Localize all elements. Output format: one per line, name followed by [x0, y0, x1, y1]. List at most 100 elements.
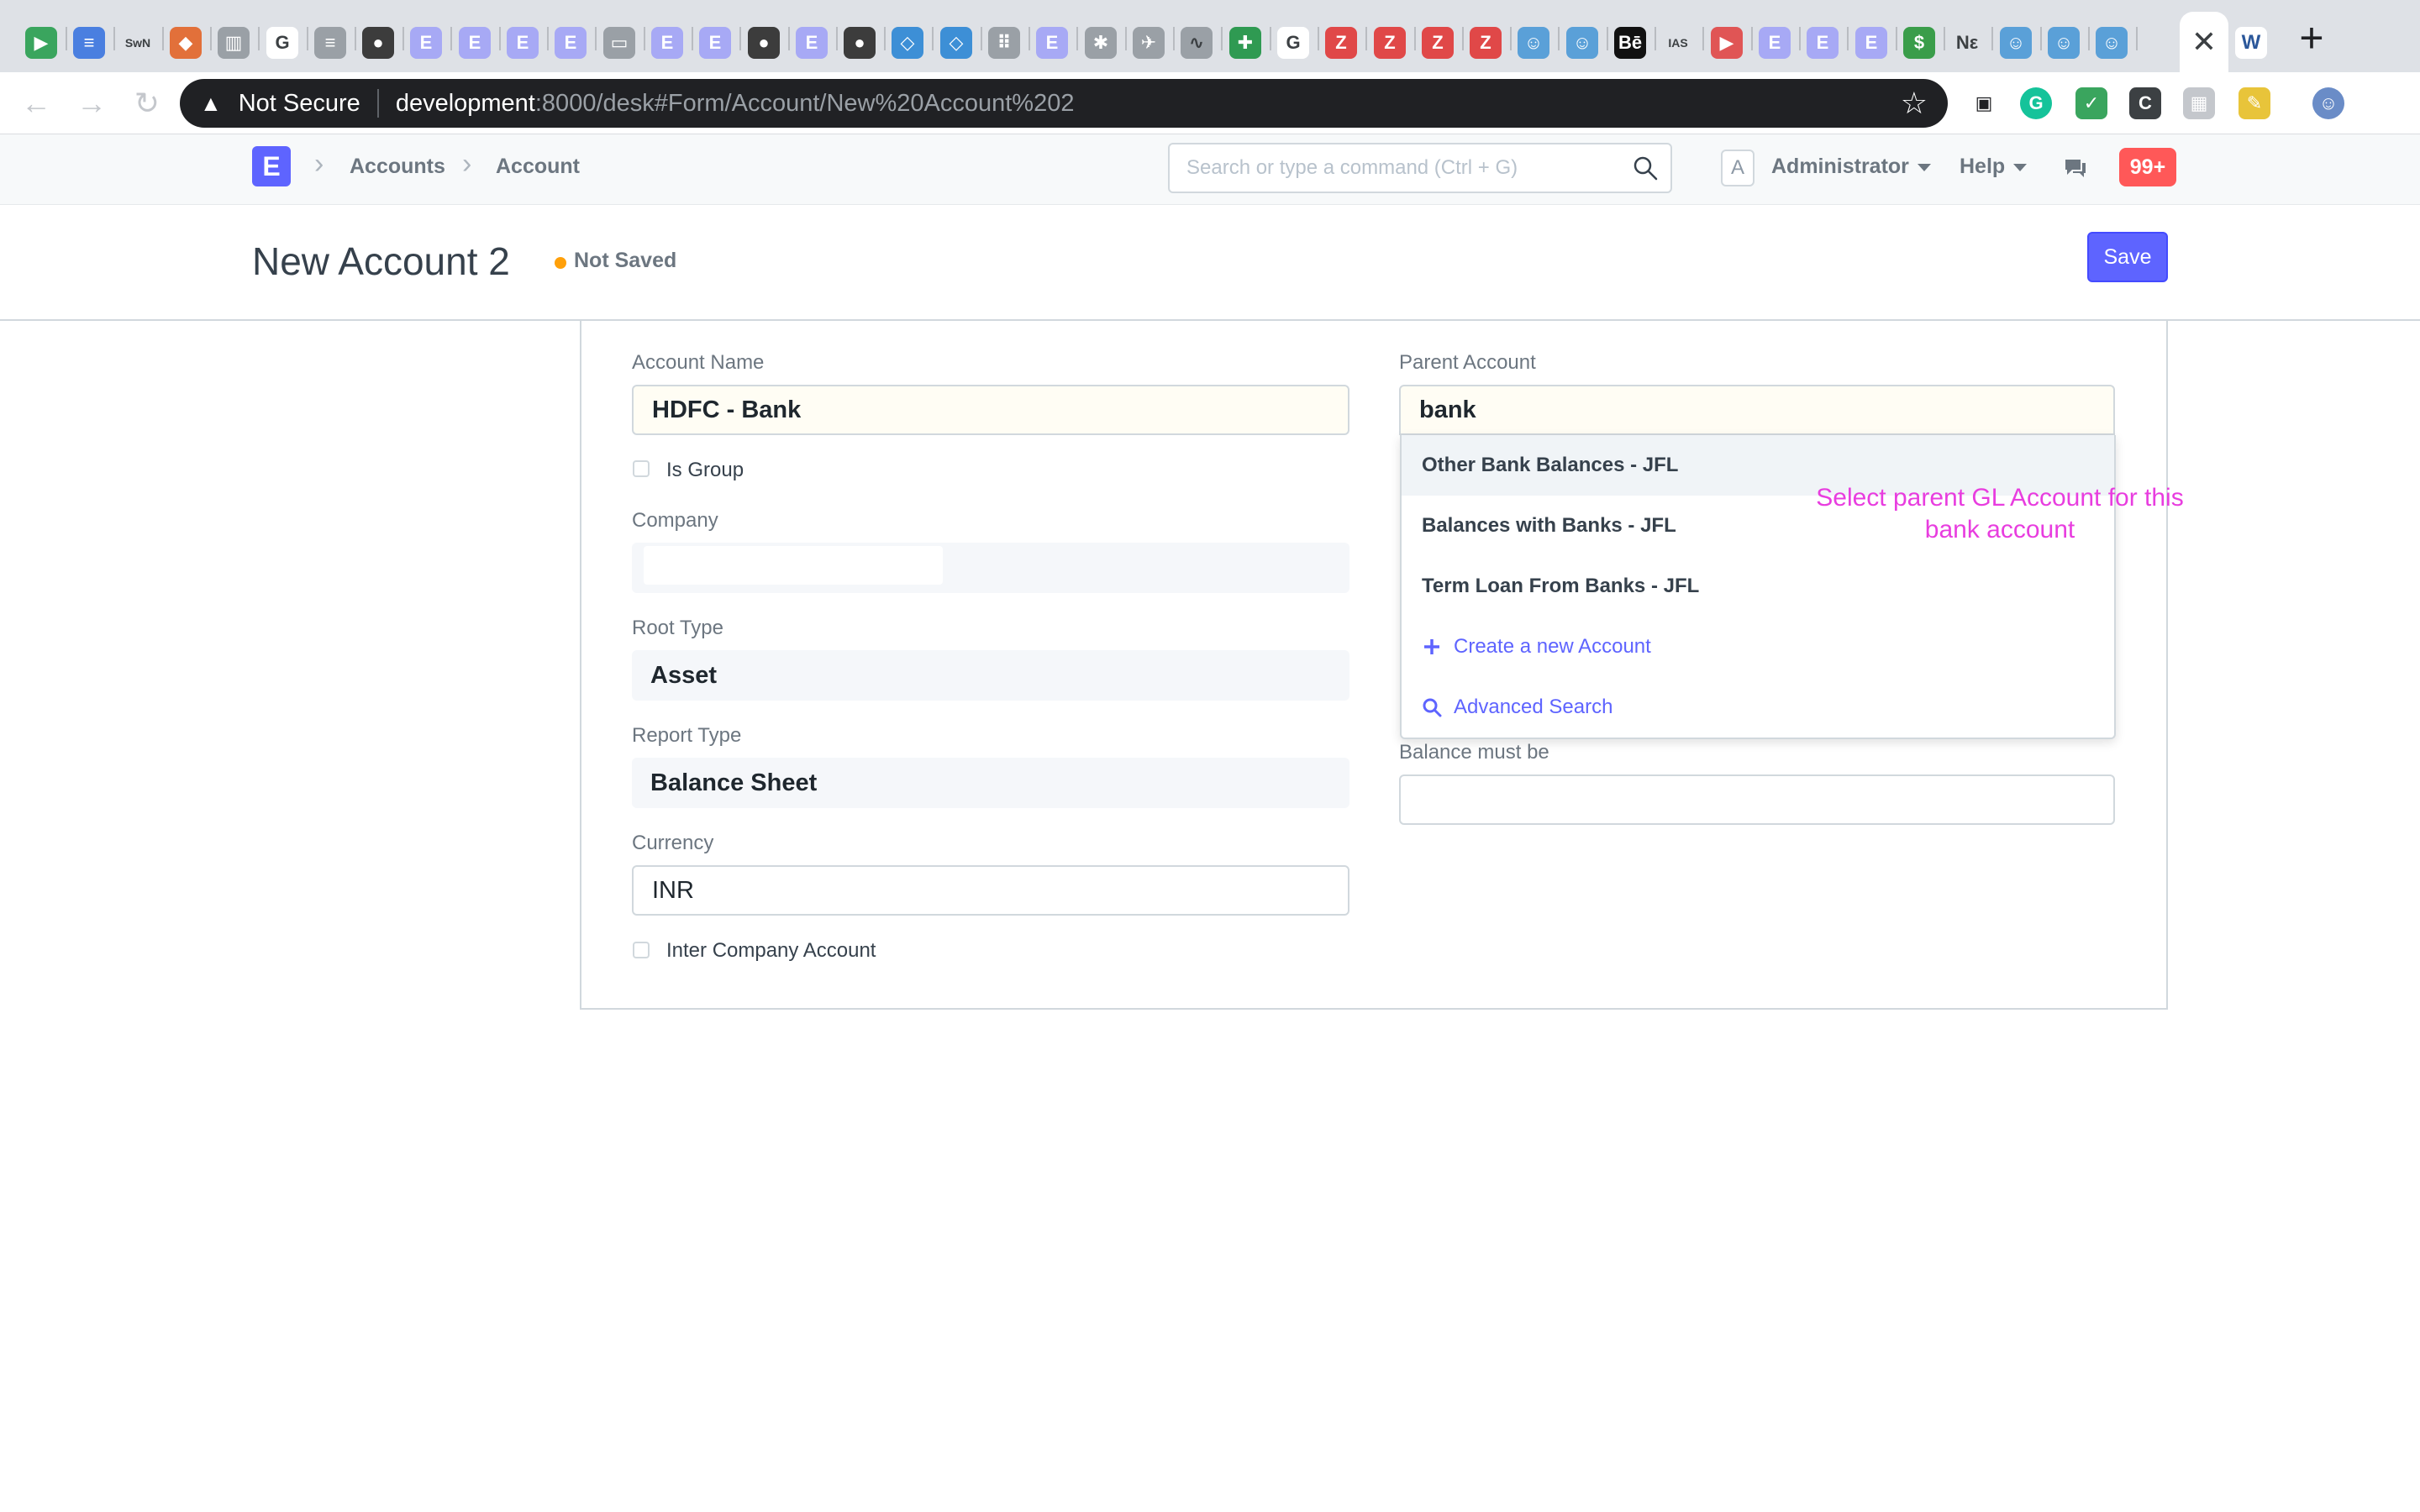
tab-vscode-icon[interactable]: ◇: [892, 27, 923, 59]
tab-erpnext-icon[interactable]: E: [699, 27, 731, 59]
tab-people-icon[interactable]: ☺: [1518, 27, 1549, 59]
tab-gitlab-icon[interactable]: ◆: [170, 27, 202, 59]
tab-erpnext-icon[interactable]: E: [1759, 27, 1791, 59]
tab-github-icon[interactable]: ●: [844, 27, 876, 59]
inter-company-checkbox[interactable]: [633, 942, 650, 958]
code-icon[interactable]: C: [2129, 87, 2161, 119]
tab-separator: [258, 27, 260, 50]
tab-ias-icon[interactable]: IAS: [1662, 27, 1694, 59]
tab-google-docs-icon[interactable]: ≡: [73, 27, 105, 59]
root-type-select[interactable]: Asset: [632, 650, 1349, 701]
create-new-account-link[interactable]: Create a new Account: [1422, 635, 1651, 659]
tab-github-icon[interactable]: ●: [748, 27, 780, 59]
tab-dots-icon[interactable]: ⠿: [988, 27, 1020, 59]
tab-people-icon[interactable]: ☺: [1566, 27, 1598, 59]
url-path: :8000/desk#Form/Account/New%20Account%20…: [534, 89, 1075, 117]
breadcrumb-account[interactable]: Account: [496, 155, 580, 179]
tab-zotero-icon[interactable]: Z: [1325, 27, 1357, 59]
tab-separator: [1173, 27, 1175, 50]
tab-people-icon[interactable]: ☺: [2048, 27, 2080, 59]
tab-word-icon[interactable]: W: [2235, 27, 2267, 59]
erpnext-logo[interactable]: E: [252, 146, 291, 186]
tab-swn-icon[interactable]: SwN: [122, 27, 154, 59]
search-icon[interactable]: [1632, 155, 1659, 181]
grid-icon[interactable]: ▦: [2183, 87, 2215, 119]
divider: [376, 89, 379, 118]
tab-youtube-icon[interactable]: ▶: [1711, 27, 1743, 59]
tab-doc-icon[interactable]: ≡: [314, 27, 346, 59]
save-button[interactable]: Save: [2087, 232, 2168, 282]
tab-separator: [1751, 27, 1753, 50]
balance-must-be-select[interactable]: [1399, 774, 2115, 825]
new-tab-icon[interactable]: +: [2292, 14, 2331, 61]
tab-erpnext-icon[interactable]: E: [1855, 27, 1887, 59]
address-bar[interactable]: ▲ Not Secure development:8000/desk#Form/…: [180, 79, 1948, 128]
tab-separator: [450, 27, 452, 50]
tab-separator: [1028, 27, 1030, 50]
tab-ne-icon[interactable]: Nε: [1951, 27, 1983, 59]
tab-people-icon[interactable]: ☺: [2000, 27, 2032, 59]
avatar[interactable]: A: [1721, 150, 1754, 186]
picture-in-picture-icon[interactable]: ▣: [1968, 87, 2000, 119]
tab-bank-icon[interactable]: ▭: [603, 27, 635, 59]
page-head: New Account 2 Not Saved Save: [0, 205, 2420, 321]
tab-sheets-icon[interactable]: ✚: [1229, 27, 1261, 59]
warning-icon: ▲: [200, 90, 222, 116]
broom-icon[interactable]: ✎: [2238, 87, 2270, 119]
tab-google-icon[interactable]: G: [1277, 27, 1309, 59]
tab-chart-icon[interactable]: ∿: [1181, 27, 1213, 59]
company-input[interactable]: [644, 546, 943, 585]
security-label: Not Secure: [238, 89, 360, 117]
dropdown-option[interactable]: Term Loan From Banks - JFL: [1402, 556, 2114, 617]
tab-erpnext-icon[interactable]: E: [555, 27, 587, 59]
tab-puzzle-icon[interactable]: ✱: [1085, 27, 1117, 59]
tab-separator: [1607, 27, 1608, 50]
tab-people-icon[interactable]: ☺: [2096, 27, 2128, 59]
tab-money-icon[interactable]: $: [1903, 27, 1935, 59]
report-type-select[interactable]: Balance Sheet: [632, 758, 1349, 808]
currency-input[interactable]: INR: [632, 865, 1349, 916]
help-dropdown[interactable]: Help: [1960, 155, 2028, 179]
tab-vscode-icon[interactable]: ◇: [940, 27, 972, 59]
tab-erpnext-icon[interactable]: E: [459, 27, 491, 59]
tab-separator: [1510, 27, 1512, 50]
tab-separator: [981, 27, 982, 50]
caret-down-icon: [1917, 163, 1931, 171]
profile-icon[interactable]: ☺: [2312, 87, 2344, 119]
shield-check-icon[interactable]: ✓: [2075, 87, 2107, 119]
user-dropdown[interactable]: Administrator: [1771, 155, 1931, 179]
tab-zotero-icon[interactable]: Z: [1422, 27, 1454, 59]
back-icon[interactable]: ←: [13, 81, 59, 126]
advanced-search-link[interactable]: Advanced Search: [1422, 696, 1612, 719]
tab-separator: [739, 27, 741, 50]
tab-play-store-icon[interactable]: ▶: [25, 27, 57, 59]
grammarly-icon[interactable]: G: [2020, 87, 2052, 119]
tab-erpnext-icon[interactable]: E: [1036, 27, 1068, 59]
tab-separator: [1944, 27, 1945, 50]
tab-github-icon[interactable]: ●: [362, 27, 394, 59]
tab-erpnext-icon[interactable]: E: [651, 27, 683, 59]
notification-badge[interactable]: 99+: [2119, 148, 2176, 186]
tab-paper-plane-icon[interactable]: ✈: [1133, 27, 1165, 59]
tab-erpnext-icon[interactable]: E: [507, 27, 539, 59]
chat-icon[interactable]: [2060, 153, 2091, 183]
tab-zotero-icon[interactable]: Z: [1374, 27, 1406, 59]
search-placeholder: Search or type a command (Ctrl + G): [1186, 156, 1518, 179]
tab-reader-icon[interactable]: ▥: [218, 27, 250, 59]
tab-erpnext-icon[interactable]: E: [410, 27, 442, 59]
account-name-input[interactable]: HDFC - Bank: [632, 385, 1349, 435]
reload-icon[interactable]: ↻: [124, 81, 170, 126]
bookmark-star-icon[interactable]: ☆: [1901, 86, 1928, 121]
tab-separator: [1847, 27, 1849, 50]
breadcrumb-accounts[interactable]: Accounts: [350, 155, 445, 179]
awesome-bar-search-input[interactable]: Search or type a command (Ctrl + G): [1168, 143, 1672, 193]
active-tab-close-icon[interactable]: ✕: [2180, 12, 2228, 72]
is-group-checkbox[interactable]: [633, 460, 650, 477]
tab-zotero-icon[interactable]: Z: [1470, 27, 1502, 59]
parent-account-input[interactable]: bank: [1399, 385, 2115, 435]
tab-behance-icon[interactable]: Bē: [1614, 27, 1646, 59]
tab-erpnext-icon[interactable]: E: [796, 27, 828, 59]
tab-erpnext-icon[interactable]: E: [1807, 27, 1839, 59]
forward-icon[interactable]: →: [69, 81, 114, 126]
tab-google-icon[interactable]: G: [266, 27, 298, 59]
